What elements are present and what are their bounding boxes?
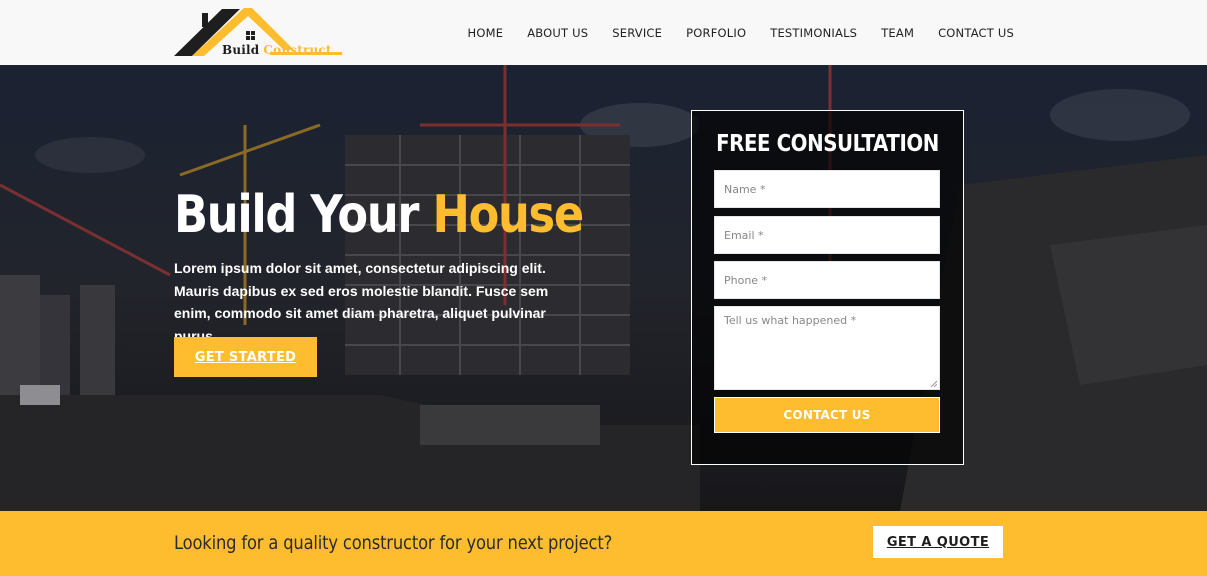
hero-description: Lorem ipsum dolor sit amet, consectetur … <box>174 260 549 344</box>
cta-text: Looking for a quality constructor for yo… <box>174 532 613 554</box>
logo-word-build: Build <box>222 43 260 57</box>
name-input[interactable]: Name * <box>714 170 940 208</box>
site-logo[interactable]: Build Construct <box>174 7 346 59</box>
message-placeholder: Tell us what happened * <box>724 314 857 327</box>
get-a-quote-button[interactable]: GET A QUOTE <box>873 526 1003 558</box>
logo-word-construct: Construct <box>263 43 332 57</box>
email-input[interactable]: Email * <box>714 216 940 254</box>
phone-placeholder: Phone * <box>724 273 768 287</box>
nav-team[interactable]: TEAM <box>881 26 914 40</box>
nav-testimonials[interactable]: TESTIMONIALS <box>770 26 857 40</box>
hero-title-accent: House <box>432 185 584 245</box>
main-nav: HOME ABOUT US SERVICE PORFOLIO TESTIMONI… <box>468 0 1014 65</box>
resize-grip-icon[interactable] <box>930 380 937 387</box>
logo-text: Build Construct <box>222 43 332 57</box>
nav-portfolio[interactable]: PORFOLIO <box>686 26 746 40</box>
email-placeholder: Email * <box>724 228 764 242</box>
site-header: Build Construct HOME ABOUT US SERVICE POR… <box>0 0 1207 65</box>
hero-section: Build Your House Lorem ipsum dolor sit a… <box>0 65 1207 511</box>
form-title: FREE CONSULTATION <box>716 131 939 157</box>
consultation-form: FREE CONSULTATION Name * Email * Phone *… <box>691 110 964 465</box>
contact-us-submit-button[interactable]: CONTACT US <box>714 397 940 433</box>
quote-cta-bar: Looking for a quality constructor for yo… <box>0 511 1207 576</box>
name-placeholder: Name * <box>724 182 766 196</box>
nav-home[interactable]: HOME <box>468 26 504 40</box>
nav-contact-us[interactable]: CONTACT US <box>938 26 1014 40</box>
phone-input[interactable]: Phone * <box>714 261 940 299</box>
hero-title-plain: Build Your <box>174 185 419 245</box>
hero-title: Build Your House <box>174 185 584 245</box>
get-started-button[interactable]: GET STARTED <box>174 337 317 377</box>
nav-service[interactable]: SERVICE <box>612 26 662 40</box>
nav-about-us[interactable]: ABOUT US <box>527 26 588 40</box>
message-textarea[interactable]: Tell us what happened * <box>714 306 940 390</box>
